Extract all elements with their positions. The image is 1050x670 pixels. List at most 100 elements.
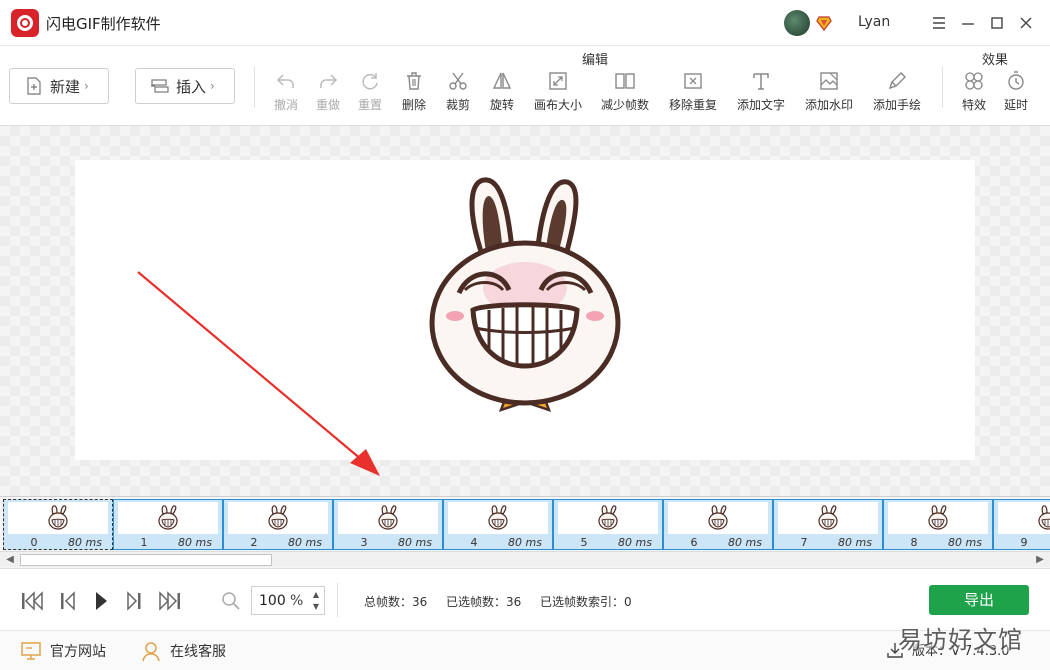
rotate-button[interactable]: 旋转: [472, 70, 532, 113]
selected-index-text: 已选帧数索引：0: [540, 595, 632, 609]
frame-item[interactable]: 6 80 ms: [663, 499, 773, 550]
watermark-icon: [820, 72, 838, 90]
edit-group-label: 编辑: [582, 53, 609, 68]
insert-button[interactable]: 插入 ›: [135, 68, 235, 104]
frame-thumbnail: [8, 502, 108, 534]
frame-duration: 80 ms: [948, 536, 982, 549]
title-bar: 闪电GIF制作软件 Lyan: [0, 0, 1050, 46]
remove-duplicate-icon: [684, 73, 702, 89]
flip-icon: [492, 72, 512, 89]
toolbar: 新建 › 插入 › 编辑 效果 撤消 重做 重置 删除 裁剪 旋转 画布大小 减…: [0, 46, 1050, 126]
frame-duration: 80 ms: [838, 536, 872, 549]
frame-index: 0: [30, 536, 38, 549]
canvas-resize-icon: [549, 72, 567, 90]
frame-item[interactable]: 4 80 ms: [443, 499, 553, 550]
close-icon[interactable]: [1015, 12, 1037, 34]
next-frame-button[interactable]: [122, 590, 146, 612]
reduce-frames-label: 减少帧数: [600, 98, 649, 112]
frame-thumbnail-icon: [928, 505, 948, 530]
frame-duration: 80 ms: [288, 536, 322, 549]
step-back-icon: [61, 591, 75, 611]
last-frame-button[interactable]: [158, 590, 182, 612]
step-forward-icon: [127, 591, 141, 611]
frame-item[interactable]: 5 80 ms: [553, 499, 663, 550]
online-support-label: 在线客服: [170, 644, 226, 660]
official-website-link[interactable]: 官方网站: [20, 640, 106, 662]
add-drawing-button[interactable]: 添加手绘: [867, 70, 927, 113]
zoom-input[interactable]: 100 % ▲ ▼: [251, 586, 325, 615]
skip-last-icon: [159, 591, 180, 611]
vip-diamond-icon[interactable]: [816, 15, 832, 31]
add-watermark-button[interactable]: 添加水印: [799, 70, 859, 113]
add-watermark-label: 添加水印: [804, 98, 853, 112]
user-avatar[interactable]: [784, 10, 810, 36]
frame-thumbnail-icon: [598, 505, 618, 530]
remove-duplicate-button[interactable]: 移除重复: [663, 70, 723, 113]
frame-item[interactable]: 1 80 ms: [113, 499, 223, 550]
canvas-size-button[interactable]: 画布大小: [528, 70, 588, 113]
play-button[interactable]: [89, 590, 113, 612]
frame-item[interactable]: 3 80 ms: [333, 499, 443, 550]
frame-item[interactable]: 7 80 ms: [773, 499, 883, 550]
frame-index: 1: [140, 536, 148, 549]
zoom-spinner-icon[interactable]: ▲ ▼: [311, 589, 321, 613]
zoom-value: 100: [259, 593, 286, 609]
scroll-right-icon[interactable]: ▶: [1033, 553, 1047, 567]
zoom-unit: %: [290, 593, 304, 609]
frame-duration: 80 ms: [728, 536, 762, 549]
first-frame-button[interactable]: [20, 590, 44, 612]
footer: 官方网站 在线客服 版本：V 7.4.3.0: [0, 630, 1050, 670]
frame-index: 8: [910, 536, 918, 549]
toolbar-divider: [942, 66, 943, 108]
export-button[interactable]: 导出: [929, 585, 1029, 615]
app-logo-icon: [11, 9, 39, 37]
frame-index: 9: [1020, 536, 1028, 549]
chevron-right-icon: ›: [84, 79, 89, 93]
add-text-button[interactable]: 添加文字: [731, 70, 791, 113]
frame-thumbnail-icon: [268, 505, 288, 530]
toolbar-divider: [254, 66, 255, 108]
playback-divider: [337, 583, 338, 617]
frame-thumbnail: [668, 502, 768, 534]
effects-group-label: 效果: [982, 53, 1009, 68]
gif-preview[interactable]: [75, 160, 975, 460]
frame-thumbnail: [448, 502, 548, 534]
chevron-right-icon: ›: [210, 79, 215, 93]
frame-strip-scrollbar[interactable]: ◀ ▶: [0, 551, 1050, 567]
monitor-icon: [21, 642, 41, 660]
reduce-frames-button[interactable]: 减少帧数: [595, 70, 655, 113]
frame-thumbnail: [228, 502, 328, 534]
frame-item[interactable]: 2 80 ms: [223, 499, 333, 550]
add-text-label: 添加文字: [736, 98, 785, 112]
frame-item[interactable]: 0 80 ms: [3, 499, 113, 550]
frame-item[interactable]: 8 80 ms: [883, 499, 993, 550]
frame-thumbnail: [558, 502, 658, 534]
username[interactable]: Lyan: [858, 14, 890, 30]
delay-label: 延时: [1003, 98, 1028, 112]
new-button[interactable]: 新建 ›: [9, 68, 109, 104]
menu-icon[interactable]: [928, 12, 950, 34]
insert-icon: [151, 79, 169, 93]
scroll-left-icon[interactable]: ◀: [3, 553, 17, 567]
scrollbar-thumb[interactable]: [20, 554, 272, 566]
frame-duration: 80 ms: [618, 536, 652, 549]
undo-icon: [276, 74, 294, 88]
maximize-icon[interactable]: [986, 12, 1008, 34]
remove-duplicate-label: 移除重复: [668, 98, 717, 112]
insert-button-label: 插入: [176, 77, 207, 96]
timer-icon: [1008, 71, 1024, 90]
canvas-size-label: 画布大小: [533, 98, 582, 112]
previous-frame-button[interactable]: [56, 590, 80, 612]
frame-item[interactable]: 9: [993, 499, 1050, 550]
frame-index: 5: [580, 536, 588, 549]
minimize-icon[interactable]: [957, 12, 979, 34]
frame-thumbnail-icon: [378, 505, 398, 530]
frame-thumbnail: [338, 502, 438, 534]
online-support-link[interactable]: 在线客服: [140, 640, 226, 662]
frame-thumbnail-icon: [158, 505, 178, 530]
delay-button[interactable]: 延时: [986, 70, 1046, 113]
frame-thumbnail: [778, 502, 878, 534]
frame-thumbnail-icon: [48, 505, 68, 530]
frame-index: 4: [470, 536, 478, 549]
frame-thumbnail: [118, 502, 218, 534]
